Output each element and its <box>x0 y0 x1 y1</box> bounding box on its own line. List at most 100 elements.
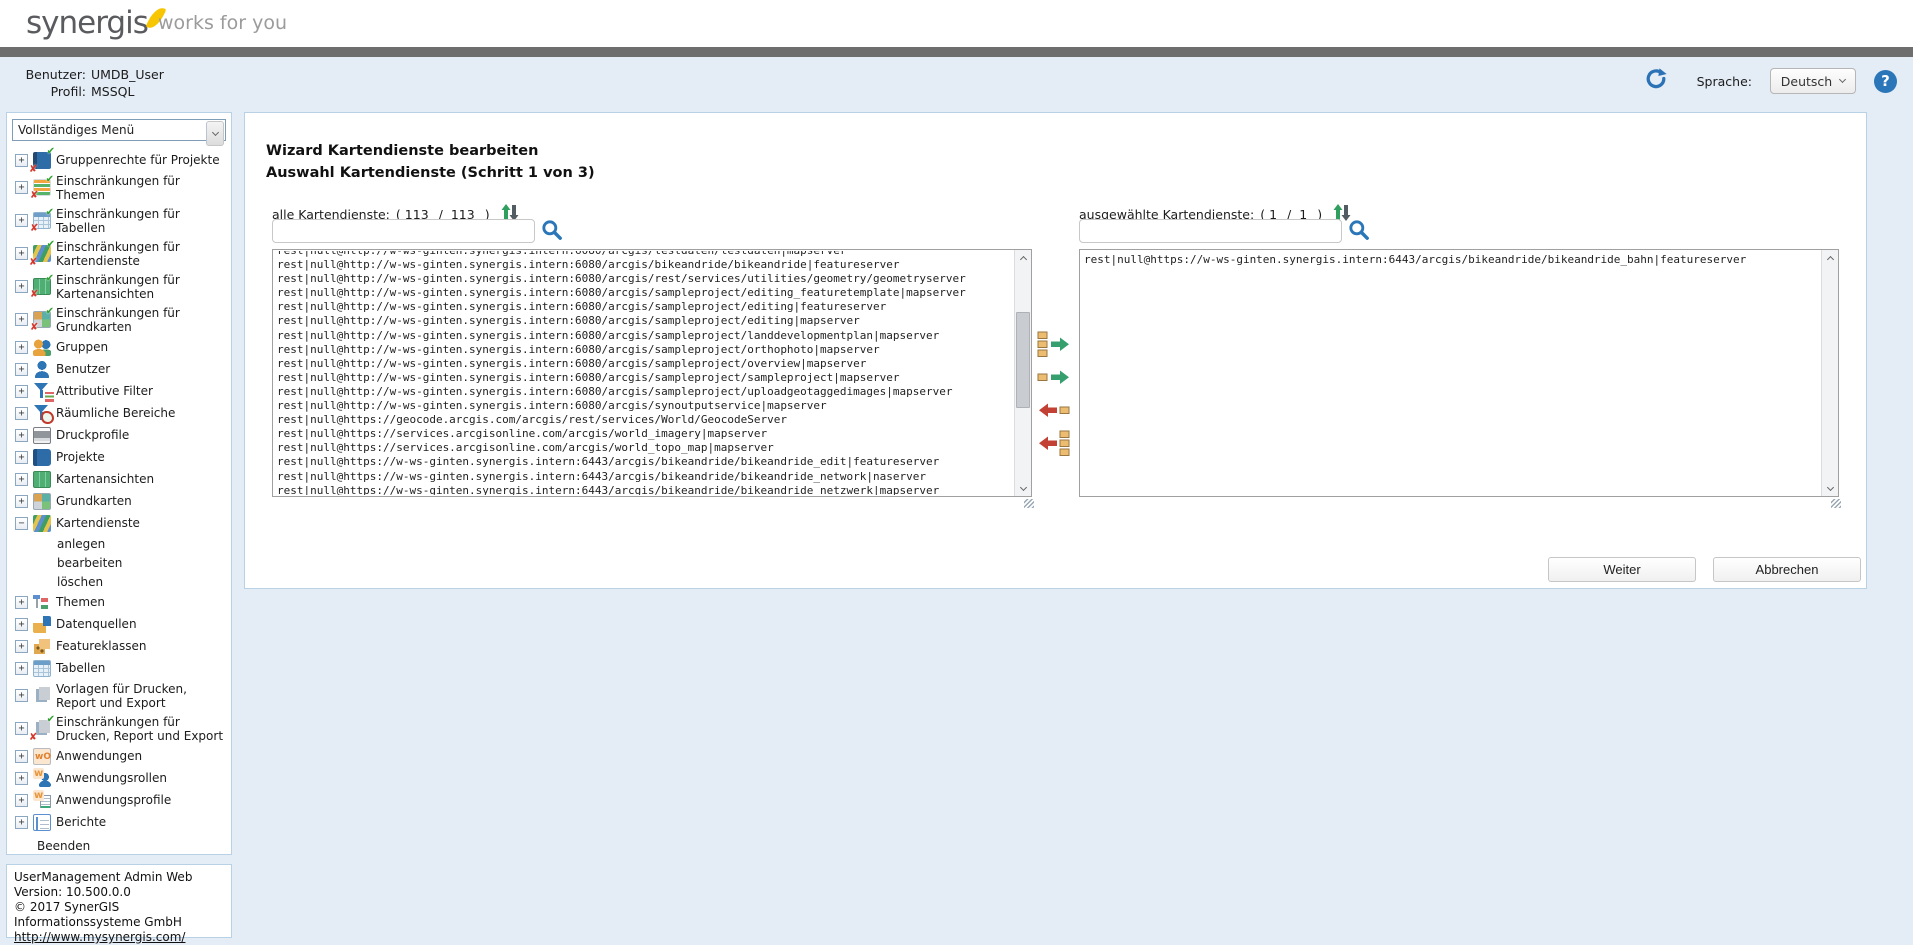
sidebar-item[interactable]: +Tabellen <box>7 657 231 679</box>
expand-icon[interactable]: + <box>15 596 28 609</box>
service-row[interactable]: rest|null@http://w-ws-ginten.synergis.in… <box>273 343 1013 357</box>
expand-icon[interactable]: + <box>15 181 28 194</box>
service-row[interactable]: rest|null@http://w-ws-ginten.synergis.in… <box>273 357 1013 371</box>
sidebar-item[interactable]: +Benutzer <box>7 358 231 380</box>
expand-icon[interactable]: + <box>15 341 28 354</box>
sidebar-item[interactable]: +Gruppenrechte für Projekte <box>7 149 231 171</box>
sidebar-item[interactable]: +Einschränkungen für Themen <box>7 171 231 204</box>
sidebar-item[interactable]: +Anwendungsrollen <box>7 767 231 789</box>
expand-icon[interactable]: + <box>15 750 28 763</box>
expand-icon[interactable]: + <box>15 451 28 464</box>
service-row[interactable]: rest|null@http://w-ws-ginten.synergis.in… <box>273 371 1013 385</box>
expand-icon[interactable]: + <box>15 429 28 442</box>
move-selected-left-icon[interactable] <box>1037 397 1071 424</box>
expand-icon[interactable]: + <box>15 495 28 508</box>
sidebar-item[interactable]: +Themen <box>7 591 231 613</box>
sidebar-item[interactable]: +Berichte <box>7 811 231 833</box>
expand-icon[interactable]: + <box>15 722 28 735</box>
cancel-button[interactable]: Abbrechen <box>1713 557 1861 582</box>
sidebar-item[interactable]: +Gruppen <box>7 336 231 358</box>
sidebar-item[interactable]: +Einschränkungen für Kartendienste <box>7 237 231 270</box>
sidebar-item[interactable]: −Kartendienste <box>7 512 231 534</box>
sidebar-item[interactable]: +Datenquellen <box>7 613 231 635</box>
expand-icon[interactable]: + <box>15 640 28 653</box>
sidebar-item[interactable]: +Einschränkungen für Tabellen <box>7 204 231 237</box>
scrollbar-thumb[interactable] <box>1016 312 1030 408</box>
footer-link[interactable]: http://www.mysynergis.com/ <box>14 930 185 944</box>
expand-icon[interactable]: + <box>15 772 28 785</box>
sidebar-item[interactable]: +Anwendungsprofile <box>7 789 231 811</box>
sidebar-subitem[interactable]: anlegen <box>7 534 231 553</box>
sidebar-item[interactable]: +Grundkarten <box>7 490 231 512</box>
scroll-down-icon[interactable] <box>1822 481 1838 496</box>
sidebar-item[interactable]: +Kartenansichten <box>7 468 231 490</box>
service-row[interactable]: rest|null@https://w-ws-ginten.synergis.i… <box>273 455 1013 469</box>
sidebar-subitem[interactable]: bearbeiten <box>7 553 231 572</box>
search-icon[interactable] <box>1347 218 1371 246</box>
expand-icon[interactable]: + <box>15 280 28 293</box>
service-row[interactable]: rest|null@https://w-ws-ginten.synergis.i… <box>273 484 1013 495</box>
sidebar-item[interactable]: +Räumliche Bereiche <box>7 402 231 424</box>
all-services-resize-grip[interactable] <box>1024 499 1034 508</box>
expand-icon[interactable]: + <box>15 689 28 702</box>
service-row[interactable]: rest|null@https://services.arcgisonline.… <box>273 441 1013 455</box>
sidebar-item[interactable]: +Featureklassen <box>7 635 231 657</box>
selected-services-search-input[interactable] <box>1079 219 1342 243</box>
service-row[interactable]: rest|null@http://w-ws-ginten.synergis.in… <box>273 329 1013 343</box>
expand-icon[interactable]: + <box>15 385 28 398</box>
expand-icon[interactable]: + <box>15 473 28 486</box>
sidebar-item[interactable]: +Einschränkungen für Kartenansichten <box>7 270 231 303</box>
expand-icon[interactable]: + <box>15 794 28 807</box>
move-all-right-icon[interactable] <box>1037 331 1071 358</box>
scroll-up-icon[interactable] <box>1822 250 1838 265</box>
expand-icon[interactable]: + <box>15 214 28 227</box>
sidebar-item[interactable]: +Vorlagen für Drucken, Report und Export <box>7 679 231 712</box>
service-row[interactable]: rest|null@http://w-ws-ginten.synergis.in… <box>273 258 1013 272</box>
move-selected-right-icon[interactable] <box>1037 364 1071 391</box>
expand-icon[interactable]: + <box>15 363 28 376</box>
menu-select-button[interactable] <box>206 121 224 146</box>
selected-services-resize-grip[interactable] <box>1831 499 1841 508</box>
refresh-icon[interactable] <box>1643 66 1669 96</box>
service-row[interactable]: rest|null@http://w-ws-ginten.synergis.in… <box>273 385 1013 399</box>
expand-icon[interactable]: + <box>15 247 28 260</box>
selected-services-listbox[interactable]: rest|null@https://w-ws-ginten.synergis.i… <box>1079 249 1839 497</box>
sidebar-item[interactable]: +Einschränkungen für Drucken, Report und… <box>7 712 231 745</box>
scroll-down-icon[interactable] <box>1015 481 1031 496</box>
next-button[interactable]: Weiter <box>1548 557 1696 582</box>
sidebar-item[interactable]: +Druckprofile <box>7 424 231 446</box>
service-row[interactable]: rest|null@https://w-ws-ginten.synergis.i… <box>273 470 1013 484</box>
all-services-scrollbar[interactable] <box>1014 250 1031 496</box>
search-icon[interactable] <box>540 218 564 246</box>
service-row[interactable]: rest|null@http://w-ws-ginten.synergis.in… <box>273 272 1013 286</box>
sidebar-item[interactable]: +Projekte <box>7 446 231 468</box>
language-dropdown[interactable]: Deutsch <box>1770 68 1856 94</box>
service-row[interactable]: rest|null@http://w-ws-ginten.synergis.in… <box>273 314 1013 328</box>
service-row[interactable]: rest|null@https://geocode.arcgis.com/arc… <box>273 413 1013 427</box>
sidebar-item[interactable]: Beenden <box>7 833 231 856</box>
expand-icon[interactable]: + <box>15 154 28 167</box>
help-icon[interactable]: ? <box>1874 70 1897 93</box>
all-services-listbox[interactable]: rest|null@http://w-ws-ginten.synergis.in… <box>272 249 1032 497</box>
service-row[interactable]: rest|null@http://w-ws-ginten.synergis.in… <box>273 286 1013 300</box>
sidebar-item[interactable]: +Anwendungen <box>7 745 231 767</box>
expand-icon[interactable]: + <box>15 816 28 829</box>
service-row[interactable]: rest|null@http://w-ws-ginten.synergis.in… <box>273 399 1013 413</box>
expand-icon[interactable]: + <box>15 618 28 631</box>
sidebar-item[interactable]: +Einschränkungen für Grundkarten <box>7 303 231 336</box>
expand-icon[interactable]: + <box>15 407 28 420</box>
all-services-search-input[interactable] <box>272 219 535 243</box>
service-row[interactable]: rest|null@http://w-ws-ginten.synergis.in… <box>273 300 1013 314</box>
service-row[interactable]: rest|null@http://w-ws-ginten.synergis.in… <box>273 251 1013 258</box>
sidebar-subitem[interactable]: löschen <box>7 572 231 591</box>
expand-icon[interactable]: + <box>15 313 28 326</box>
expand-icon[interactable]: + <box>15 662 28 675</box>
move-all-left-icon[interactable] <box>1037 430 1071 457</box>
menu-select[interactable]: Vollständiges Menü <box>12 119 226 141</box>
selected-services-scrollbar[interactable] <box>1821 250 1838 496</box>
collapse-icon[interactable]: − <box>15 517 28 530</box>
service-row[interactable]: rest|null@https://services.arcgisonline.… <box>273 427 1013 441</box>
scroll-up-icon[interactable] <box>1015 250 1031 265</box>
sidebar-item[interactable]: +Attributive Filter <box>7 380 231 402</box>
service-row[interactable]: rest|null@https://w-ws-ginten.synergis.i… <box>1080 253 1820 267</box>
